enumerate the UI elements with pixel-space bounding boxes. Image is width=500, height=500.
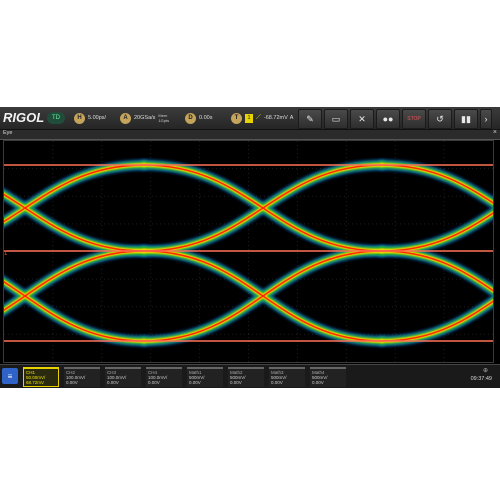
lan-status-icon: ⊕	[482, 368, 488, 374]
more-icon: ›	[484, 114, 488, 124]
acquire-icon: A	[120, 112, 131, 124]
eye-diagram-svg	[4, 141, 493, 362]
sample-rate: 20GSa/s	[134, 115, 156, 121]
channel-box-math4[interactable]: Math4 500mV/0.00V	[310, 367, 346, 387]
channel-offset: 0.00V	[312, 380, 324, 385]
eye-diagram-plot[interactable]: 1	[3, 140, 494, 363]
acquire-control[interactable]: A 20GSa/s Mem 1Gpts	[120, 110, 169, 126]
measure-icon: ✎	[306, 113, 314, 124]
brand-logo: RIGOL	[3, 110, 45, 125]
eye-icon: ●●	[382, 114, 394, 124]
channel-bar: ≡ CH1 50.00mV/68.72mV CH2 100.0mV/0.00V CH3 1…	[0, 364, 500, 388]
channel-offset: 0.00V	[66, 380, 78, 385]
trigger-icon: T	[231, 112, 242, 124]
top-toolbar: RIGOL TD H 5.00ps/ A 20GSa/s Mem 1Gpts D…	[0, 107, 500, 130]
timebase-value: 5.00ps/	[88, 115, 107, 121]
channel-box-math1[interactable]: Math1 500mV/0.00V	[187, 367, 223, 387]
clock: 09:37:49	[470, 376, 492, 382]
channel-offset: 0.00V	[271, 380, 283, 385]
delay-control[interactable]: D 0.00s	[185, 110, 212, 126]
memory-depth: Mem 1Gpts	[158, 113, 170, 123]
oscilloscope-screen: RIGOL TD H 5.00ps/ A 20GSa/s Mem 1Gpts D…	[0, 107, 500, 388]
page-icon: ▮▮	[461, 113, 471, 124]
channel-offset: 0.00V	[230, 380, 242, 385]
channel-offset: 0.00V	[189, 380, 201, 385]
trigger-channel-badge: 1	[245, 113, 253, 123]
timebase-control[interactable]: H 5.00ps/	[74, 110, 106, 126]
channel-box-math3[interactable]: Math3 500mV/0.00V	[269, 367, 305, 387]
delay-icon: D	[185, 112, 196, 124]
trigger-level: -68.72mV	[263, 115, 288, 121]
measure-button[interactable]: ✎	[298, 109, 322, 129]
eye-button[interactable]: ●●	[376, 109, 400, 129]
restore-button[interactable]: ↺	[428, 109, 452, 129]
ruler-button[interactable]: ▭	[324, 109, 348, 129]
cursor-icon: ✕	[358, 113, 366, 124]
window-title-bar: Eye ×	[0, 129, 500, 140]
channel-box-ch3[interactable]: CH3 100.0mV/0.00V	[105, 367, 141, 387]
mode-indicator[interactable]: TD	[47, 110, 65, 126]
channel-offset: 68.72mV	[26, 380, 45, 385]
mode-label: TD	[47, 112, 65, 124]
page-button[interactable]: ▮▮	[454, 109, 478, 129]
trigger-suffix: A	[289, 115, 294, 121]
horizontal-icon: H	[74, 112, 85, 124]
eye-traces	[4, 160, 493, 346]
cursor-button[interactable]: ✕	[350, 109, 374, 129]
stop-button[interactable]: STOP	[402, 109, 426, 129]
close-icon[interactable]: ×	[493, 129, 497, 136]
channel-offset: 0.00V	[148, 380, 160, 385]
window-title: Eye	[3, 130, 13, 136]
ruler-icon: ▭	[331, 113, 341, 124]
more-button[interactable]: ›	[480, 109, 492, 129]
trace-core-red	[143, 250, 383, 342]
channel-box-math2[interactable]: Math2 500mV/0.00V	[228, 367, 264, 387]
channel-box-ch4[interactable]: CH4 100.0mV/0.00V	[146, 367, 182, 387]
navigation-icon[interactable]: ≡	[2, 368, 18, 384]
trigger-edge-icon: ⟋	[256, 114, 261, 121]
channel-box-ch1[interactable]: CH1 50.00mV/68.72mV	[23, 367, 59, 387]
stop-icon: STOP	[407, 116, 421, 122]
restore-icon: ↺	[436, 113, 444, 124]
channel-1-marker: 1	[4, 251, 8, 257]
trigger-control[interactable]: T 1 ⟋ -68.72mV A	[231, 110, 293, 126]
channel-offset: 0.00V	[107, 380, 119, 385]
channel-box-ch2[interactable]: CH2 100.0mV/0.00V	[64, 367, 100, 387]
delay-value: 0.00s	[199, 115, 213, 121]
